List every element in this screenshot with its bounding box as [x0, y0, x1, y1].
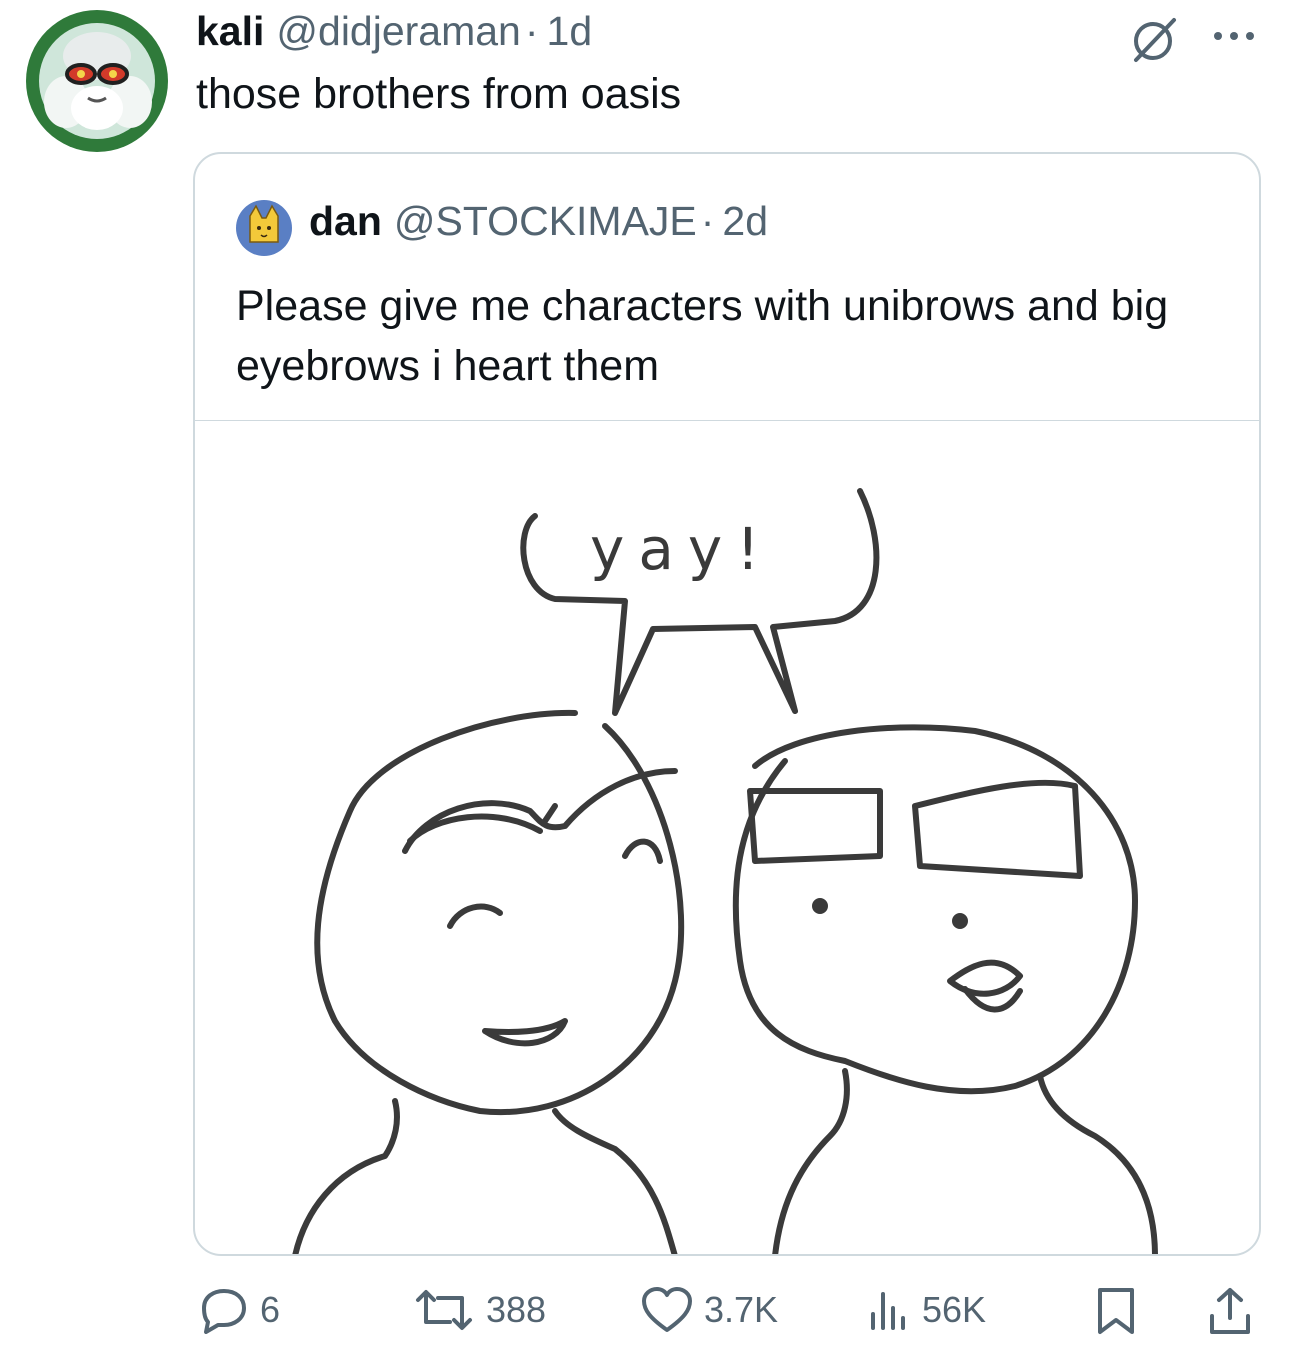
tweet-header: kali @didjeraman · 1d: [196, 8, 592, 58]
share-button[interactable]: [1208, 1286, 1252, 1336]
reply-count: 6: [260, 1289, 281, 1330]
like-button[interactable]: 3.7K: [640, 1286, 778, 1334]
repost-count: 388: [486, 1289, 547, 1330]
bubble-caption: yay!: [590, 515, 773, 583]
right-eye: [952, 913, 968, 929]
bookmark-icon: [1098, 1288, 1134, 1334]
like-count: 3.7K: [704, 1289, 779, 1330]
quoted-header: dan @STOCKIMAJE · 2d: [309, 198, 768, 245]
quoted-author-name[interactable]: dan: [309, 198, 382, 245]
grok-icon[interactable]: [1128, 14, 1180, 66]
author-name[interactable]: kali: [196, 8, 264, 55]
left-eye: [622, 838, 663, 864]
right-head: [732, 724, 1138, 1095]
action-bar: 6 388 3.7K 56K: [0, 1280, 1290, 1344]
right-eye: [812, 898, 828, 914]
share-icon: [1210, 1288, 1250, 1334]
right-eyebrow: [747, 788, 883, 864]
tweet-time[interactable]: 1d: [547, 8, 593, 55]
separator-dot: ·: [524, 8, 539, 54]
author-avatar[interactable]: [26, 10, 168, 152]
quoted-time[interactable]: 2d: [722, 198, 768, 245]
views-icon: [871, 1292, 905, 1330]
quoted-tweet[interactable]: dan @STOCKIMAJE · 2d Please give me char…: [193, 152, 1261, 1256]
reply-button[interactable]: 6: [196, 1286, 280, 1334]
more-icon[interactable]: [1206, 14, 1262, 54]
repost-icon: [416, 1290, 472, 1330]
left-mouth: [482, 1018, 568, 1047]
left-eye: [447, 903, 503, 929]
tweet-text: those brothers from oasis: [196, 70, 682, 118]
right-mouth: [947, 959, 1023, 997]
views-count: 56K: [922, 1289, 987, 1330]
bookmark-button[interactable]: [1094, 1286, 1138, 1336]
reply-icon: [202, 1289, 246, 1334]
right-eyebrow: [912, 779, 1083, 879]
views-button[interactable]: 56K: [866, 1286, 986, 1334]
quoted-author-avatar[interactable]: [236, 200, 292, 256]
like-icon: [642, 1287, 692, 1332]
separator-dot: ·: [700, 198, 715, 244]
quoted-author-handle[interactable]: @STOCKIMAJE: [394, 198, 697, 245]
quoted-image[interactable]: yay!: [195, 421, 1259, 1254]
quoted-text: Please give me characters with unibrows …: [236, 282, 1169, 390]
author-handle[interactable]: @didjeraman: [276, 8, 520, 55]
left-unibrow: [402, 768, 678, 854]
repost-button[interactable]: 388: [412, 1286, 546, 1334]
